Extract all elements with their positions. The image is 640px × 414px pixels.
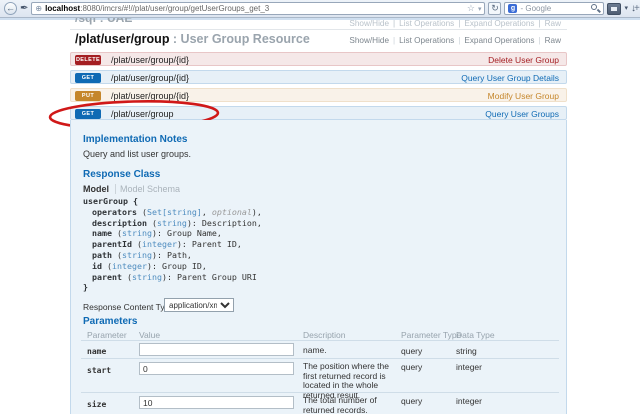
col-header-data-type: Data Type <box>456 330 495 340</box>
operation-row-delete[interactable]: DELETE /plat/user/group/{id} Delete User… <box>70 52 567 66</box>
url-host: localhost <box>45 4 80 13</box>
model-tabs: ModelModel Schema <box>83 184 180 194</box>
param-name: start <box>87 366 111 375</box>
param-description: name. <box>303 346 403 356</box>
param-data-type: string <box>456 346 477 356</box>
url-text[interactable]: localhost:8080/imcrs/#!//plat/user/group… <box>45 4 269 13</box>
operation-path[interactable]: /plat/user/group/{id} <box>111 71 189 85</box>
param-description: The total number of returned records. <box>303 396 403 414</box>
search-icon[interactable] <box>591 4 600 13</box>
model-property: id (integer): Group ID, <box>83 261 262 272</box>
response-content-type-select[interactable]: application/xml <box>164 298 234 312</box>
clipped-toolbar-icon[interactable]: + <box>634 3 640 15</box>
operation-path[interactable]: /plat/user/group/{id} <box>111 89 189 103</box>
quill-icon[interactable]: ✒ <box>20 2 28 15</box>
clipped-resource-header: /sqf : UAE Show/Hide|List Operations|Exp… <box>70 18 567 28</box>
back-button[interactable]: ← <box>4 2 17 15</box>
param-type: query <box>401 346 422 356</box>
response-content-type-label: Response Content Type <box>83 302 174 312</box>
resource-title: : User Group Resource <box>169 32 309 46</box>
param-name: name <box>87 347 106 356</box>
param-type: query <box>401 362 422 372</box>
link-raw[interactable]: Raw <box>545 36 561 45</box>
parameters-title: Parameters <box>83 316 137 327</box>
param-name: size <box>87 400 106 409</box>
param-data-type: integer <box>456 396 482 406</box>
model-footer: } <box>83 282 262 293</box>
method-badge-put: PUT <box>75 91 101 101</box>
table-row-divider <box>81 358 559 359</box>
operation-row-get-list[interactable]: GET /plat/user/group Query User Groups <box>70 106 567 120</box>
resource-header: /plat/user/group : User Group Resource S… <box>70 32 567 48</box>
table-header-divider <box>81 340 559 341</box>
model-signature: userGroup { operators (Set[string], opti… <box>83 196 262 293</box>
method-badge-get: GET <box>75 109 101 119</box>
url-bar[interactable]: ⊕ localhost:8080/imcrs/#!//plat/user/gro… <box>31 2 485 15</box>
method-badge-get: GET <box>75 73 101 83</box>
response-class-title: Response Class <box>83 169 160 180</box>
operation-summary[interactable]: Query User Group Details <box>461 71 559 85</box>
resource-heading[interactable]: /plat/user/group : User Group Resource <box>75 32 310 46</box>
section-divider <box>70 29 567 30</box>
link-show-hide[interactable]: Show/Hide <box>349 19 389 28</box>
resource-links: Show/Hide|List Operations|Expand Operati… <box>349 36 561 45</box>
search-engine-label: - Google <box>520 4 551 13</box>
url-path: :8080/imcrs/#!//plat/user/group/getUserG… <box>80 4 269 13</box>
param-value-input[interactable] <box>139 362 294 375</box>
tab-model[interactable]: Model <box>83 184 116 194</box>
table-row-divider <box>81 392 559 393</box>
bookmark-star-icon[interactable]: ☆ <box>467 3 475 14</box>
param-value-input[interactable] <box>139 343 294 356</box>
model-property: path (string): Path, <box>83 250 262 261</box>
param-data-type: integer <box>456 362 482 372</box>
operation-row-get-details[interactable]: GET /plat/user/group/{id} Query User Gro… <box>70 70 567 84</box>
site-identity-icon[interactable]: ⊕ <box>35 3 42 14</box>
url-dropdown-icon[interactable]: ▾ <box>478 5 482 13</box>
model-property: operators (Set[string], optional), <box>83 207 262 218</box>
model-header: userGroup { <box>83 196 262 207</box>
reload-button[interactable]: ↻ <box>488 2 501 15</box>
search-box[interactable]: g - Google <box>504 2 604 15</box>
link-expand-operations[interactable]: Expand Operations <box>464 36 534 45</box>
method-badge-delete: DELETE <box>75 55 101 65</box>
tiles-icon[interactable] <box>607 3 621 15</box>
tiles-caret-icon[interactable]: ▾ <box>624 2 628 15</box>
clipped-resource-heading: /sqf : UAE <box>75 18 132 25</box>
col-header-description: Description <box>303 330 346 340</box>
model-property: parentId (integer): Parent ID, <box>83 239 262 250</box>
model-property: name (string): Group Name, <box>83 228 262 239</box>
col-header-parameter: Parameter <box>87 330 127 340</box>
implementation-notes-text: Query and list user groups. <box>83 149 191 159</box>
google-icon[interactable]: g <box>508 4 517 13</box>
operation-summary[interactable]: Delete User Group <box>488 53 559 67</box>
model-property: parent (string): Parent Group URI <box>83 272 262 283</box>
col-header-parameter-type: Parameter Type <box>401 330 461 340</box>
link-list-operations[interactable]: List Operations <box>399 36 454 45</box>
model-property: description (string): Description, <box>83 218 262 229</box>
link-raw[interactable]: Raw <box>545 19 561 28</box>
clipped-resource-links: Show/Hide|List Operations|Expand Operati… <box>349 19 561 28</box>
operation-path[interactable]: /plat/user/group/{id} <box>111 53 189 67</box>
link-expand-operations[interactable]: Expand Operations <box>464 19 534 28</box>
implementation-notes-title: Implementation Notes <box>83 134 187 145</box>
operation-summary[interactable]: Modify User Group <box>488 89 559 103</box>
screenshot-root: ← ✒ ⊕ localhost:8080/imcrs/#!//plat/user… <box>0 0 640 414</box>
operation-detail-panel: Implementation Notes Query and list user… <box>70 120 567 414</box>
operation-row-put[interactable]: PUT /plat/user/group/{id} Modify User Gr… <box>70 88 567 102</box>
link-show-hide[interactable]: Show/Hide <box>349 36 389 45</box>
link-list-operations[interactable]: List Operations <box>399 19 454 28</box>
tab-model-schema[interactable]: Model Schema <box>116 184 180 194</box>
param-value-input[interactable] <box>139 396 294 409</box>
col-header-value: Value <box>139 330 160 340</box>
param-type: query <box>401 396 422 406</box>
operation-path[interactable]: /plat/user/group <box>111 107 174 121</box>
operation-summary[interactable]: Query User Groups <box>485 107 559 121</box>
browser-toolbar: ← ✒ ⊕ localhost:8080/imcrs/#!//plat/user… <box>0 0 640 18</box>
